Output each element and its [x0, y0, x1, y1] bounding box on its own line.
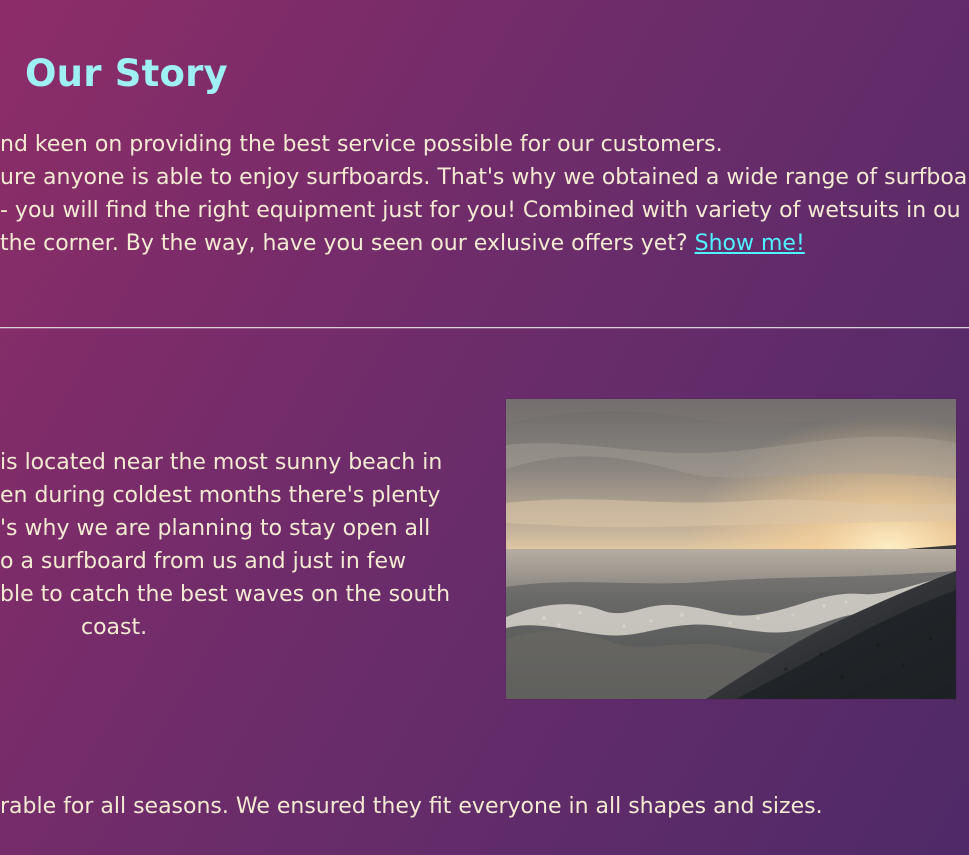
beach-sunset-illustration	[506, 399, 956, 699]
story-paragraph-line: nd keen on providing the best service po…	[0, 132, 723, 157]
location-paragraph-line: ble to catch the best waves on the south	[0, 582, 451, 607]
story-paragraph-line: ure anyone is able to enjoy surfboards. …	[0, 165, 968, 190]
wetsuits-paragraph-line: rable for all seasons. We ensured they f…	[0, 794, 823, 819]
story-paragraph-text: the corner. By the way, have you seen ou…	[0, 231, 695, 256]
about-page: Our Story nd keen on providing the best …	[0, 0, 969, 855]
location-paragraph-line: o a surfboard from us and just in few	[0, 549, 407, 574]
show-offers-link[interactable]: Show me!	[695, 231, 805, 256]
beach-sunset-image	[506, 399, 956, 699]
story-paragraph-line: - you will find the right equipment just…	[0, 198, 961, 223]
location-paragraph-line: 's why we are planning to stay open all	[0, 516, 431, 541]
location-paragraph-line: is located near the most sunny beach in	[0, 450, 443, 475]
story-paragraph-line: the corner. By the way, have you seen ou…	[0, 227, 805, 260]
location-paragraph-line: coast.	[81, 615, 148, 640]
location-paragraph-line: en during coldest months there's plenty	[0, 483, 441, 508]
page-title: Our Story	[25, 52, 228, 95]
section-divider	[0, 327, 969, 329]
